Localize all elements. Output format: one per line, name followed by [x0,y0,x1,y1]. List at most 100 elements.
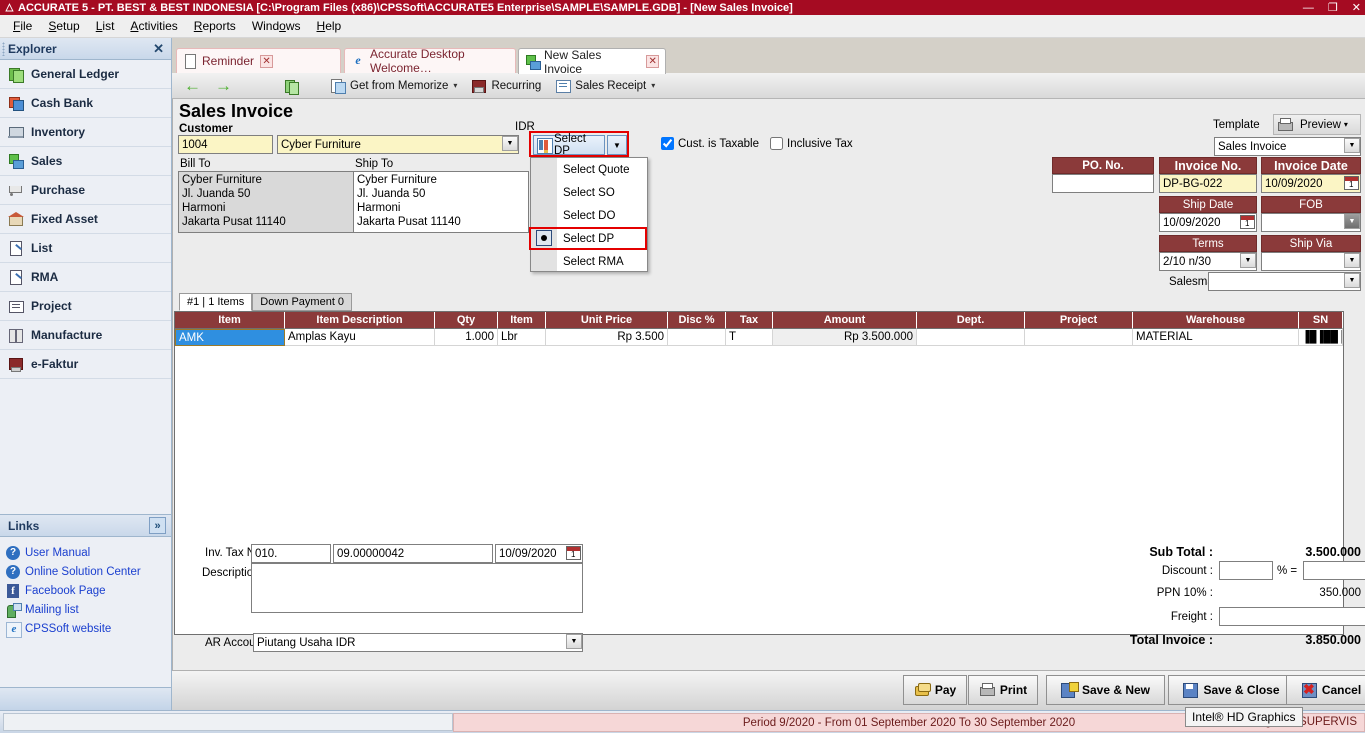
copy-button[interactable] [278,75,310,97]
menu-item-file[interactable]: File [6,16,39,36]
column-header-unit-price[interactable]: Unit Price [546,312,668,329]
cust-is-taxable-row[interactable]: Cust. is Taxable [661,137,759,150]
customer-name-input[interactable] [277,135,519,154]
column-header-item-unit[interactable]: Item Unit [498,312,546,342]
drag-handle-icon[interactable] [2,42,5,56]
sidebar-item-inventory[interactable]: Inventory [0,118,171,147]
discount-input[interactable] [1219,561,1273,580]
template-input[interactable] [1214,137,1361,156]
chevron-down-icon[interactable]: ▼ [566,634,582,649]
sidebar-item-purchase[interactable]: Purchase [0,176,171,205]
inclusive-tax-checkbox[interactable] [770,137,783,150]
column-header-item[interactable]: Item [175,312,285,329]
get-from-memorize-button[interactable]: Get from Memorize ▾ [324,75,463,97]
column-header-amount[interactable]: Amount [773,312,917,329]
back-button[interactable]: ← [178,75,207,97]
menu-item-select-quote[interactable]: Select Quote [531,158,647,181]
menu-item-help[interactable]: Help [310,16,349,36]
cell-item-unit[interactable]: Lbr [498,329,546,346]
preview-button[interactable]: Preview ▾ [1273,114,1361,135]
tab-reminder[interactable]: Reminder ✕ [176,48,341,73]
link-user-manual[interactable]: User Manual [0,543,171,562]
select-dp-dropdown-arrow[interactable]: ▼ [607,135,627,155]
tab-close-icon[interactable]: ✕ [260,54,274,68]
column-header-tax[interactable]: Tax [726,312,773,329]
invoice-no-input[interactable] [1159,174,1257,193]
print-button[interactable]: Print [968,675,1038,705]
link-facebook-page[interactable]: Facebook Page [0,581,171,600]
menu-item-select-rma[interactable]: Select RMA [531,250,647,273]
table-row[interactable]: AMK Amplas Kayu 1.000 Lbr Rp 3.500 T Rp … [175,329,1343,346]
tab-down-payment[interactable]: Down Payment 0 [252,293,353,311]
inclusive-tax-row[interactable]: Inclusive Tax [770,137,853,150]
chevron-down-icon[interactable]: ▾ [1344,120,1348,129]
cell-dept[interactable] [917,329,1025,346]
menu-item-select-so[interactable]: Select SO [531,181,647,204]
calendar-icon[interactable] [1240,215,1255,229]
cancel-button[interactable]: Cancel [1286,675,1365,705]
link-cpssoft-website[interactable]: CPSSoft website [0,619,171,638]
pay-button[interactable]: Pay [903,675,967,705]
link-online-solution-center[interactable]: Online Solution Center [0,562,171,581]
po-no-input[interactable] [1052,174,1154,193]
salesman-combo[interactable]: ▼ [1208,272,1361,291]
inv-tax-date-field[interactable] [495,544,583,563]
sidebar-item-general-ledger[interactable]: General Ledger [0,60,171,89]
cell-sn[interactable]: ▐█▐██▐█ [1299,329,1343,346]
menu-item-reports[interactable]: Reports [187,16,243,36]
tab-close-icon[interactable]: ✕ [646,55,659,68]
menu-item-setup[interactable]: Setup [41,16,86,36]
column-header-sn[interactable]: SN [1299,312,1343,329]
cell-warehouse[interactable]: MATERIAL [1133,329,1299,346]
cell-unit-price[interactable]: Rp 3.500 [546,329,668,346]
column-header-disc[interactable]: Disc % [668,312,726,329]
link-mailing-list[interactable]: Mailing list [0,600,171,619]
tab-new-sales-invoice[interactable]: New Sales Invoice ✕ [518,48,666,76]
save-close-button[interactable]: Save & Close [1168,675,1294,705]
chevron-down-icon[interactable]: ▼ [502,136,518,151]
close-button[interactable]: ✕ [1352,1,1361,14]
column-header-dept[interactable]: Dept. [917,312,1025,329]
menu-item-windows[interactable]: Windows [245,16,308,36]
cell-qty[interactable]: 1.000 [435,329,498,346]
column-header-warehouse[interactable]: Warehouse [1133,312,1299,329]
sidebar-item-e-faktur[interactable]: e-Faktur [0,350,171,379]
menu-item-activities[interactable]: Activities [123,16,184,36]
ship-to-textarea[interactable] [353,171,529,233]
chevron-down-icon[interactable]: ▾ [651,81,655,90]
description-textarea[interactable] [251,563,583,613]
cell-project[interactable] [1025,329,1133,346]
calendar-icon[interactable] [1344,176,1359,190]
restore-button[interactable]: ❐ [1328,1,1338,14]
cell-amount[interactable]: Rp 3.500.000 [773,329,917,346]
sidebar-item-rma[interactable]: RMA [0,263,171,292]
chevron-down-icon[interactable]: ▼ [1344,214,1360,229]
sidebar-item-manufacture[interactable]: Manufacture [0,321,171,350]
salesman-input[interactable] [1208,272,1361,291]
sales-receipt-button[interactable]: Sales Receipt ▾ [549,75,661,97]
tab-items[interactable]: #1 | 1 Items [179,293,253,311]
chevron-down-icon[interactable]: ▼ [1240,253,1256,268]
sidebar-item-sales[interactable]: Sales [0,147,171,176]
sidebar-item-fixed-asset[interactable]: Fixed Asset [0,205,171,234]
customer-name-combo[interactable]: ▼ [277,135,519,154]
chevron-down-icon[interactable]: ▼ [1344,273,1360,288]
terms-combo[interactable]: ▼ [1159,252,1257,271]
cell-item[interactable]: AMK [175,329,285,346]
template-combo[interactable]: ▼ [1214,137,1361,156]
menu-item-select-do[interactable]: Select DO [531,204,647,227]
fob-combo[interactable]: ▼ [1261,213,1361,232]
discount-percent-input[interactable] [1303,561,1365,580]
cell-disc[interactable] [668,329,726,346]
explorer-close-icon[interactable]: ✕ [153,41,164,57]
column-header-qty[interactable]: Qty [435,312,498,329]
minimize-button[interactable]: — [1303,2,1314,14]
save-new-button[interactable]: Save & New [1046,675,1165,705]
calendar-icon[interactable] [566,546,581,560]
bill-to-textarea[interactable] [178,171,354,233]
sidebar-item-cash-bank[interactable]: Cash Bank [0,89,171,118]
forward-button[interactable]: → [209,75,238,97]
select-dp-button[interactable]: Select DP [533,133,605,157]
select-dp-dropdown-menu[interactable]: Select Quote Select SO Select DO Select … [529,157,648,273]
recurring-button[interactable]: Recurring [465,75,547,97]
